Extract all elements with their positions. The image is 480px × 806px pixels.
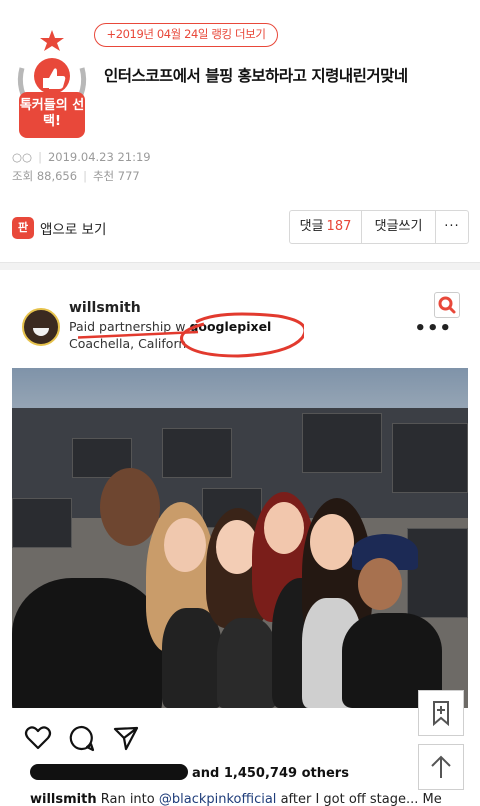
photo-face bbox=[358, 558, 402, 610]
comments-count: 187 bbox=[326, 219, 352, 234]
recommend-count: 777 bbox=[117, 169, 140, 183]
section-divider bbox=[0, 262, 480, 270]
toker-choice-badge: 톡커들의 선택! bbox=[12, 28, 92, 140]
ranking-more-link[interactable]: +2019년 04월 24일 랭킹 더보기 bbox=[94, 23, 278, 47]
views-count: 88,656 bbox=[36, 169, 78, 183]
comments-button[interactable]: 댓글 187 bbox=[290, 211, 362, 243]
photo-equipment-case bbox=[162, 428, 232, 478]
meta-date-line: ○○ | 2019.04.23 21:19 bbox=[12, 150, 151, 164]
caption-mention[interactable]: @blackpinkofficial bbox=[159, 792, 277, 806]
views-label: 조회 bbox=[12, 169, 34, 183]
partnership-prefix: Paid partnership w bbox=[69, 319, 186, 334]
app-logo-icon: 판 bbox=[12, 217, 34, 239]
bookmark-icon bbox=[433, 701, 449, 727]
post-location[interactable]: Coachella, Californ bbox=[69, 336, 186, 351]
photo-face bbox=[164, 518, 206, 572]
comments-label: 댓글 bbox=[299, 219, 324, 234]
photo-person bbox=[217, 618, 277, 708]
bookmark-button[interactable] bbox=[418, 690, 464, 736]
scroll-top-button[interactable] bbox=[418, 744, 464, 790]
photo-person bbox=[12, 578, 162, 708]
post-caption: willsmith Ran into @blackpinkofficial af… bbox=[30, 792, 442, 806]
page-title: 인터스코프에서 블핑 홍보하라고 지령내린거맞네 bbox=[104, 67, 408, 85]
photo-face bbox=[264, 502, 304, 554]
recommend-label: 추천 bbox=[92, 169, 115, 183]
photo-equipment-case bbox=[392, 423, 468, 493]
post-photo[interactable] bbox=[12, 368, 468, 708]
badge-label: 톡커들의 선택! bbox=[19, 92, 85, 138]
app-view-button[interactable]: 판 앱으로 보기 bbox=[12, 217, 106, 239]
app-view-label: 앱으로 보기 bbox=[40, 222, 107, 238]
post-username[interactable]: willsmith bbox=[69, 300, 141, 316]
embedded-post-header: willsmith Paid partnership w googlepixel… bbox=[22, 292, 470, 358]
write-comment-button[interactable]: 댓글쓰기 bbox=[362, 211, 436, 243]
paid-partnership-line: Paid partnership w googlepixel bbox=[69, 319, 271, 334]
photo-face bbox=[310, 514, 354, 570]
photo-equipment-case bbox=[302, 413, 382, 473]
caption-text: Ran into bbox=[100, 792, 155, 806]
caption-username[interactable]: willsmith bbox=[30, 792, 97, 806]
partner-name[interactable]: googlepixel bbox=[189, 319, 271, 334]
likes-line: and 1,450,749 others bbox=[30, 764, 349, 781]
likes-count[interactable]: and 1,450,749 others bbox=[192, 766, 349, 781]
redacted-names bbox=[30, 764, 188, 780]
photo-equipment-case bbox=[407, 528, 468, 618]
photo-equipment-case bbox=[12, 498, 72, 548]
author-dots: ○○ bbox=[12, 150, 33, 164]
search-icon bbox=[438, 296, 456, 314]
heart-icon[interactable] bbox=[24, 724, 52, 752]
share-icon[interactable] bbox=[112, 724, 140, 752]
search-button[interactable] bbox=[434, 292, 460, 318]
comment-icon[interactable] bbox=[68, 724, 96, 752]
post-date: 2019.04.23 21:19 bbox=[47, 150, 151, 164]
comment-toolbar: 댓글 187 댓글쓰기 ··· bbox=[289, 210, 469, 244]
arrow-up-icon bbox=[431, 755, 451, 778]
more-options-button[interactable]: ··· bbox=[436, 211, 468, 243]
post-more-button[interactable]: ••• bbox=[414, 318, 452, 339]
post-action-bar bbox=[24, 724, 140, 752]
caption-text-continued: after I got off stage... Me bbox=[280, 792, 442, 806]
photo-person bbox=[162, 608, 222, 708]
meta-stats-line: 조회 88,656 | 추천 777 bbox=[12, 169, 140, 183]
avatar[interactable] bbox=[22, 308, 60, 346]
